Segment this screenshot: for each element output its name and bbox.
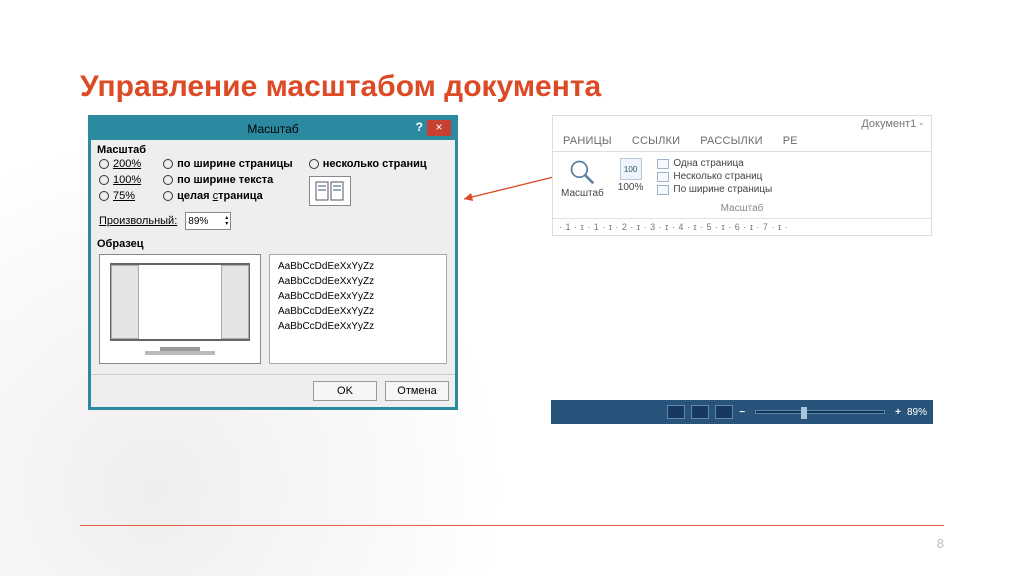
zoom-button[interactable]: Масштаб	[561, 158, 604, 199]
zoom-out-button[interactable]: −	[739, 407, 745, 418]
tab-mailings[interactable]: РАССЫЛКИ	[690, 132, 772, 151]
group-scale-label: Масштаб	[91, 140, 455, 156]
zoom-slider[interactable]	[755, 410, 885, 414]
arbitrary-label: Произвольный:	[99, 215, 177, 227]
status-bar: − + 89%	[551, 400, 933, 424]
page-width-icon	[657, 185, 669, 195]
page-number: 8	[937, 536, 944, 551]
magnifier-icon	[568, 158, 596, 186]
dialog-title: Масштаб	[247, 122, 298, 136]
close-icon[interactable]: ×	[427, 120, 451, 136]
tab-review[interactable]: РЕ	[773, 132, 808, 151]
ribbon-tabs: РАНИЦЫ ССЫЛКИ РАССЫЛКИ РЕ	[553, 132, 931, 152]
ok-button[interactable]: OK	[313, 381, 377, 401]
radio-text-width[interactable]: по ширине текста	[163, 174, 293, 186]
sample-text-box: AaBbCcDdEeXxYyZz AaBbCcDdEeXxYyZz AaBbCc…	[269, 254, 447, 364]
radio-many-pages[interactable]: несколько страниц	[309, 158, 427, 170]
zoom-percent[interactable]: 89%	[907, 407, 927, 418]
slide-title: Управление масштабом документа	[80, 70, 601, 104]
dialog-titlebar[interactable]: Масштаб ? ×	[91, 118, 455, 140]
tab-links[interactable]: ССЫЛКИ	[622, 132, 690, 151]
radio-page-width[interactable]: по ширине страницы	[163, 158, 293, 170]
radio-100[interactable]: 100%	[99, 174, 141, 186]
zoom-dialog: Масштаб ? × Масштаб 200% 100% 75% по шир…	[88, 115, 458, 410]
view-mode-icon-2[interactable]	[691, 405, 709, 419]
radio-whole-page[interactable]: целая страница	[163, 190, 293, 202]
help-icon[interactable]: ?	[416, 120, 423, 134]
opt-page-width[interactable]: По ширине страницы	[657, 184, 772, 195]
many-pages-icon[interactable]	[309, 176, 351, 206]
view-mode-icon-1[interactable]	[667, 405, 685, 419]
zoom-in-button[interactable]: +	[895, 407, 901, 418]
ribbon-fragment: Документ1 - РАНИЦЫ ССЫЛКИ РАССЫЛКИ РЕ Ма…	[552, 115, 932, 236]
many-pages-icon-small	[657, 172, 669, 182]
zoom-100-button[interactable]: 100 100%	[618, 158, 644, 193]
one-page-icon	[657, 159, 669, 169]
preview-monitor	[99, 254, 261, 364]
arbitrary-value: 89%	[188, 216, 208, 227]
group-sample-label: Образец	[91, 234, 455, 250]
opt-many-pages[interactable]: Несколько страниц	[657, 171, 772, 182]
radio-75[interactable]: 75%	[99, 190, 141, 202]
cancel-button[interactable]: Отмена	[385, 381, 449, 401]
footer-divider	[80, 525, 944, 526]
document-title: Документ1 -	[553, 116, 931, 132]
hundred-percent-icon: 100	[620, 158, 642, 180]
tab-pages[interactable]: РАНИЦЫ	[553, 132, 622, 151]
ruler: · 1 · ɪ · 1 · ɪ · 2 · ɪ · 3 · ɪ · 4 · ɪ …	[553, 218, 931, 235]
arbitrary-spinner[interactable]: 89% ▴▾	[185, 212, 231, 230]
radio-200[interactable]: 200%	[99, 158, 141, 170]
opt-one-page[interactable]: Одна страница	[657, 158, 772, 169]
ribbon-group-label: Масштаб	[553, 201, 931, 218]
view-mode-icon-3[interactable]	[715, 405, 733, 419]
